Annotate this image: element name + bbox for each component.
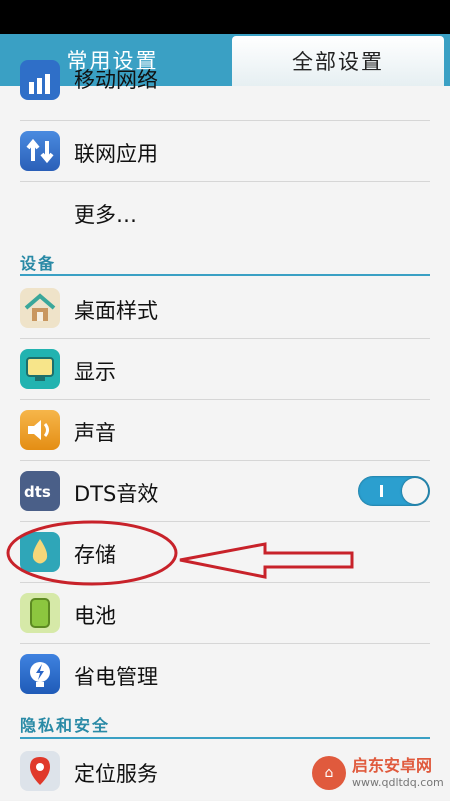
watermark-title: 启东安卓网	[352, 756, 433, 775]
annotation-arrow	[179, 542, 354, 579]
watermark-logo-icon: ⌂	[312, 756, 346, 790]
annotation-circle	[6, 520, 178, 586]
watermark: ⌂ 启东安卓网 www.qdltdq.com	[312, 752, 446, 794]
annotation-overlay	[6, 520, 354, 586]
watermark-url: www.qdltdq.com	[352, 776, 444, 789]
